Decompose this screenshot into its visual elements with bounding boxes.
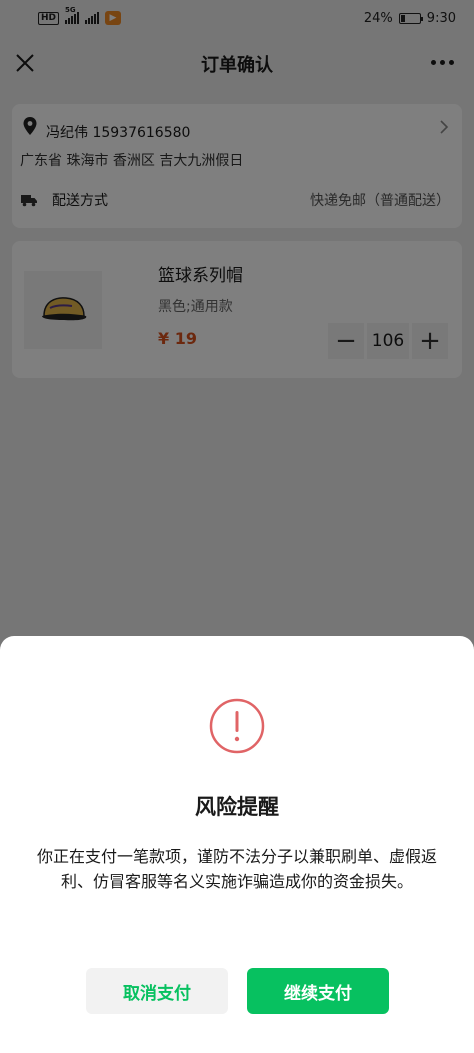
warning-icon [209, 698, 265, 754]
modal-message: 你正在支付一笔款项，谨防不法分子以兼职刷单、虚假返利、仿冒客服等名义实施诈骗造成… [36, 847, 437, 891]
risk-warning-sheet: 风险提醒 你正在支付一笔款项，谨防不法分子以兼职刷单、虚假返利、仿冒客服等名义实… [0, 636, 474, 1053]
cancel-payment-button[interactable]: 取消支付 [86, 968, 228, 1014]
modal-title: 风险提醒 [195, 795, 279, 819]
continue-payment-button[interactable]: 继续支付 [247, 968, 389, 1014]
